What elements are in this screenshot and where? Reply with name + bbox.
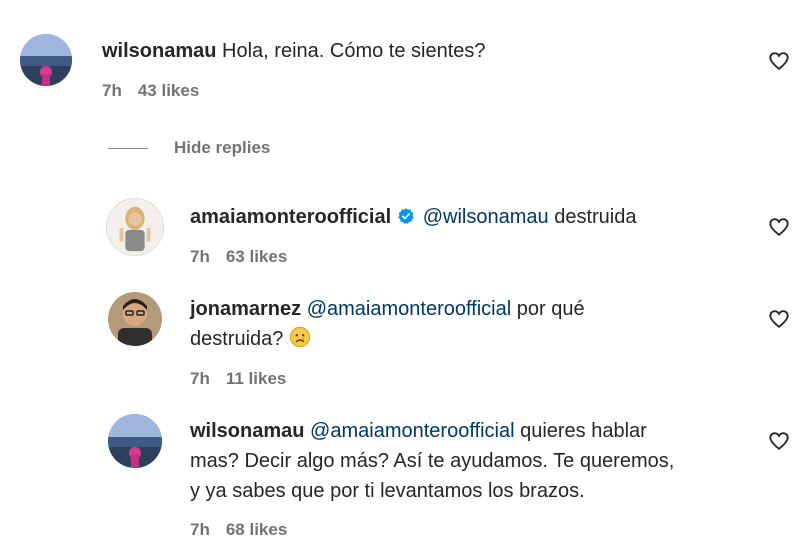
reply-mention[interactable]: @amaiamonteroofficial bbox=[310, 420, 514, 442]
comment-time[interactable]: 7h bbox=[102, 81, 122, 100]
reply-meta: 7h 11 likes bbox=[190, 369, 302, 389]
verified-badge-icon bbox=[398, 208, 414, 224]
avatar[interactable] bbox=[108, 414, 162, 468]
reply-username[interactable]: amaiamonteroofficial bbox=[190, 206, 391, 228]
reply-meta: 7h 63 likes bbox=[190, 247, 303, 267]
reply-line-3: y ya sabes que por ti levantamos los bra… bbox=[190, 480, 585, 502]
heart-outline-icon bbox=[769, 218, 789, 236]
reply-meta: 7h 68 likes bbox=[190, 520, 303, 540]
reply-body-line-1: por qué bbox=[511, 298, 585, 320]
reply-username[interactable]: wilsonamau bbox=[190, 420, 304, 442]
reply-body-line-2: destruida? bbox=[190, 328, 289, 350]
reply-line-2: mas? Decir algo más? Así te ayudamos. Te… bbox=[190, 450, 675, 472]
reply-line-2: destruida? bbox=[190, 324, 585, 354]
reply-mention[interactable]: @amaiamonteroofficial bbox=[307, 298, 511, 320]
reply-time[interactable]: 7h bbox=[190, 247, 210, 266]
comment-meta: 7h 43 likes bbox=[102, 81, 215, 101]
hide-replies-button[interactable]: Hide replies bbox=[108, 136, 270, 160]
comment-body: Hola, reina. Cómo te sientes? bbox=[222, 40, 486, 62]
reply-body-line-1: quieres hablar bbox=[514, 420, 647, 442]
reply-likes[interactable]: 11 likes bbox=[226, 369, 287, 388]
reply-username[interactable]: jonamarnez bbox=[190, 298, 301, 320]
comment-username[interactable]: wilsonamau bbox=[102, 40, 216, 62]
avatar[interactable] bbox=[20, 34, 72, 86]
reply-likes[interactable]: 63 likes bbox=[226, 247, 287, 266]
avatar[interactable] bbox=[106, 198, 164, 256]
reply-body: destruida bbox=[548, 206, 637, 228]
avatar-jonamarnez-image bbox=[108, 292, 162, 346]
like-button[interactable] bbox=[768, 308, 790, 330]
comment-likes[interactable]: 43 likes bbox=[138, 81, 199, 100]
heart-outline-icon bbox=[769, 52, 789, 70]
reply-text: wilsonamau @amaiamonteroofficial quieres… bbox=[190, 416, 674, 506]
crying-face-emoji bbox=[289, 326, 311, 348]
hide-replies-label: Hide replies bbox=[174, 138, 271, 157]
divider-line bbox=[108, 147, 148, 149]
avatar-wilsonamau-image bbox=[108, 414, 162, 468]
avatar[interactable] bbox=[108, 292, 162, 346]
reply-text: jonamarnez @amaiamonteroofficial por qué… bbox=[190, 294, 585, 354]
reply-likes[interactable]: 68 likes bbox=[226, 520, 287, 539]
reply-mention[interactable]: @wilsonamau bbox=[423, 206, 549, 228]
like-button[interactable] bbox=[768, 430, 790, 452]
like-button[interactable] bbox=[768, 216, 790, 238]
heart-outline-icon bbox=[769, 310, 789, 328]
reply-text: amaiamonteroofficial @wilsonamau destrui… bbox=[190, 202, 637, 232]
reply-line-1: wilsonamau @amaiamonteroofficial quieres… bbox=[190, 416, 674, 446]
reply-line-1: jonamarnez @amaiamonteroofficial por qué bbox=[190, 294, 585, 324]
comment-text: wilsonamau Hola, reina. Cómo te sientes? bbox=[102, 36, 486, 66]
reply-time[interactable]: 7h bbox=[190, 369, 210, 388]
reply-time[interactable]: 7h bbox=[190, 520, 210, 539]
avatar-wilsonamau-image bbox=[20, 34, 72, 86]
like-button[interactable] bbox=[768, 50, 790, 72]
avatar-amaiamontero-image bbox=[107, 199, 163, 255]
heart-outline-icon bbox=[769, 432, 789, 450]
